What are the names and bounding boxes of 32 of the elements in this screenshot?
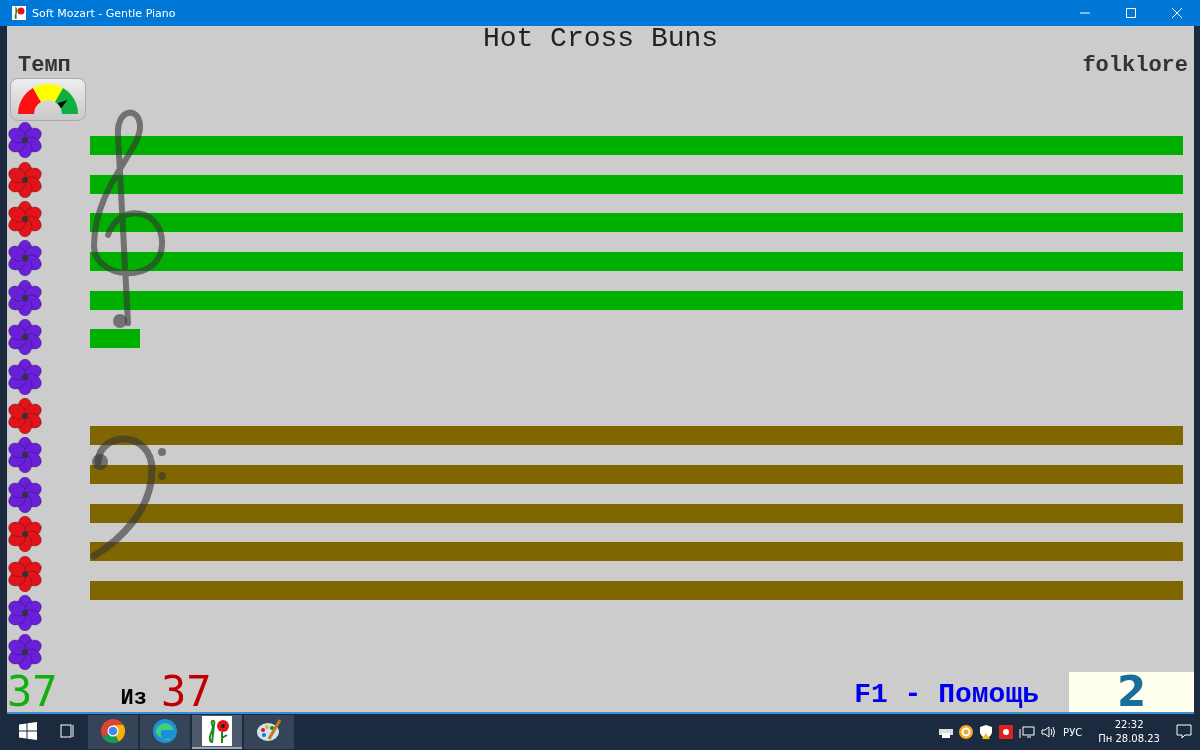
close-icon [1172,8,1182,18]
shield-warning-icon[interactable] [979,725,994,739]
browser-icon [152,718,178,744]
notification-icon[interactable] [1176,724,1192,740]
browser-icon [100,718,126,744]
volume-icon[interactable] [1041,725,1058,739]
network-icon[interactable] [1019,725,1036,739]
window-title: Soft Mozart - Gentle Piano [32,6,176,20]
flower-clef-icon [202,716,232,746]
current-count: 37 [7,672,58,712]
taskbar-app-button[interactable] [140,715,190,749]
app-icon [12,6,26,20]
clock-time[interactable]: 22:32 [1114,718,1144,732]
printer-icon[interactable] [939,726,954,738]
ring-icon[interactable] [959,725,974,739]
tempo-gauge[interactable] [10,78,86,121]
clock-date[interactable]: Пн 28.08.23 [1098,732,1160,746]
taskbar-app-button[interactable] [88,715,138,749]
tempo-label: Темп [18,52,71,78]
help-hint: F1 - Помощь [854,678,1039,712]
of-label: Из [120,686,147,712]
windows-logo-icon [19,722,37,740]
task-view-icon [59,724,75,738]
taskbar-app-button[interactable] [192,715,242,749]
genre-label: folklore [1082,52,1188,78]
song-title: Hot Cross Buns [481,26,720,52]
score-counter: 2 [1069,672,1194,712]
maximize-icon [1126,8,1136,18]
language-indicator[interactable]: РУС [1063,726,1083,738]
total-count: 37 [161,672,212,712]
camera-icon[interactable] [999,725,1014,739]
taskbar-app-button[interactable] [244,715,294,749]
